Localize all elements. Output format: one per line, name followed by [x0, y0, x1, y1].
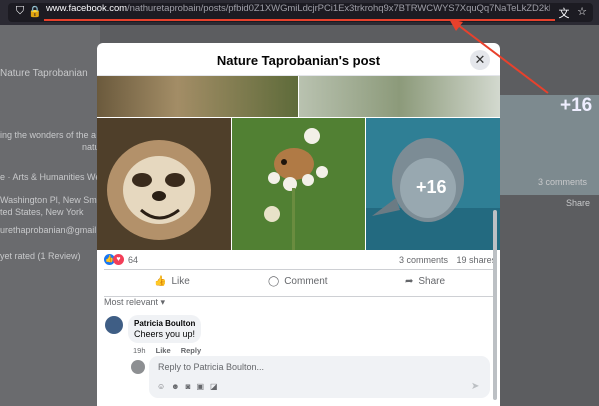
lock-icon[interactable]: 🔒 [27, 5, 43, 18]
caret-down-icon: ▾ [160, 297, 166, 307]
thumbs-up-icon: 👍 [154, 276, 167, 287]
close-button[interactable]: ✕ [470, 50, 490, 70]
sort-label: Most relevant [104, 297, 159, 307]
background-share: Share [566, 198, 591, 208]
avatar [131, 360, 145, 374]
like-label: Like [171, 276, 190, 287]
comment-reply-button[interactable]: Reply [181, 346, 201, 355]
emoji-icon[interactable]: ☻ [171, 382, 179, 391]
comment-text: Cheers you up! [134, 329, 196, 339]
comment-bubble: Patricia Boulton Cheers you up! [128, 315, 202, 343]
comment-meta: 19h Like Reply [133, 346, 201, 355]
photo-sloth[interactable] [97, 118, 231, 250]
photo-top-left[interactable] [97, 76, 298, 117]
comments-count[interactable]: 3 comments [399, 255, 448, 265]
send-icon[interactable]: ➤ [471, 381, 479, 392]
star-icon[interactable]: ☆ [574, 5, 590, 18]
share-label: Share [418, 276, 446, 287]
post-stats: 3 comments 19 shares [399, 255, 496, 265]
speech-bubble-icon: ◯ [268, 276, 280, 287]
reaction-count: 64 [128, 254, 139, 265]
about-text: ing the wonders of the a [0, 130, 97, 140]
reply-placeholder: Reply to Patricia Boulton... [158, 362, 265, 372]
page-category: e · Arts & Humanities We [0, 172, 101, 182]
reactions-summary[interactable]: 👍 ♥ 64 [104, 254, 138, 265]
reply-input[interactable]: Reply to Patricia Boulton... ☺ ☻ ◙ ▣ ◪ ➤ [149, 356, 490, 398]
avatar[interactable] [105, 316, 123, 334]
background-comments: 3 comments [538, 177, 588, 187]
reply-tools: ☺ ☻ ◙ ▣ ◪ [157, 382, 218, 391]
browser-toolbar: ⛉ 🔒 www.facebook.com/nathuretaprobain/po… [0, 0, 599, 25]
share-button[interactable]: ➦ Share [405, 276, 445, 287]
sticker-icon[interactable]: ◪ [210, 382, 218, 391]
scrollbar[interactable] [493, 210, 497, 400]
address-line-2: ted States, New York [0, 207, 84, 217]
photo-top-right[interactable] [299, 76, 500, 117]
post-dialog: Nature Taprobanian's post ✕ +16 👍 ♥ 64 3… [97, 43, 500, 406]
translate-icon[interactable]: 文 [556, 5, 572, 21]
comment-button[interactable]: ◯ Comment [268, 276, 328, 287]
photo-mouse-flowers[interactable] [232, 118, 365, 250]
comment-label: Comment [284, 276, 328, 287]
more-photos-count[interactable]: +16 [416, 177, 447, 198]
comment-author[interactable]: Patricia Boulton [134, 319, 195, 328]
shield-icon[interactable]: ⛉ [12, 5, 28, 18]
dialog-title: Nature Taprobanian's post [216, 53, 381, 68]
avatar-sticker-icon[interactable]: ☺ [157, 382, 165, 391]
close-icon: ✕ [474, 52, 486, 67]
page-name: Nature Taprobanian [0, 68, 88, 79]
love-reaction-icon: ♥ [113, 254, 124, 265]
post-actions: 👍 Like ◯ Comment ➦ Share [104, 269, 494, 297]
like-button[interactable]: 👍 Like [154, 276, 190, 287]
comment-like-button[interactable]: Like [156, 346, 171, 355]
page-email: urethaprobanian@gmail.c [0, 225, 104, 235]
comment-sort-dropdown[interactable]: Most relevant ▾ [104, 297, 165, 308]
shares-count[interactable]: 19 shares [457, 255, 497, 265]
address-line-1: Washington Pl, New Smith [0, 195, 107, 205]
comment-time[interactable]: 19h [133, 346, 146, 355]
page-rating: yet rated (1 Review) [0, 251, 81, 261]
camera-icon[interactable]: ◙ [186, 382, 191, 391]
background-more-photos: +16 [560, 95, 593, 116]
url-highlight-underline [44, 19, 555, 21]
dialog-header: Nature Taprobanian's post ✕ [97, 43, 500, 76]
share-arrow-icon: ➦ [405, 276, 414, 287]
gif-icon[interactable]: ▣ [196, 382, 204, 391]
url-text[interactable]: www.facebook.com/nathuretaprobain/posts/… [46, 3, 550, 14]
